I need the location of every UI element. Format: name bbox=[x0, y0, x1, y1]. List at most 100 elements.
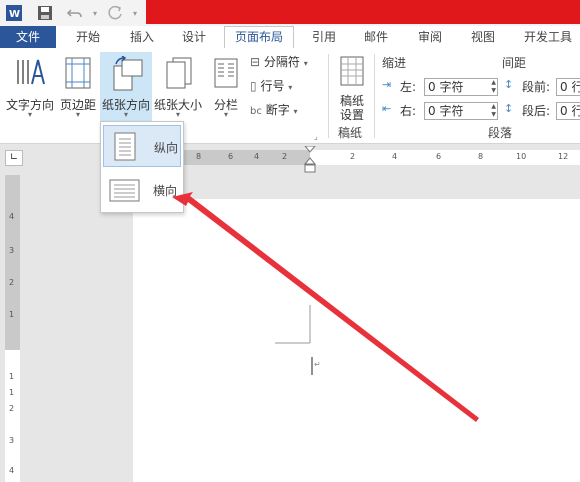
vruler-tick: 2 bbox=[9, 278, 15, 287]
tab-home[interactable]: 开始 bbox=[70, 26, 106, 48]
columns-icon bbox=[214, 58, 238, 88]
space-before-value: 0 行 bbox=[560, 80, 580, 94]
hyphenation-icon: bc bbox=[250, 106, 262, 117]
title-red-bar bbox=[146, 0, 580, 24]
margin-corner-mark: ↵ bbox=[275, 305, 321, 375]
hruler-tick: 6 bbox=[228, 152, 234, 161]
portrait-page-icon bbox=[114, 132, 136, 161]
svg-text:↵: ↵ bbox=[314, 360, 321, 369]
space-after-value: 0 行 bbox=[560, 104, 580, 118]
hruler-tick: 2 bbox=[282, 152, 288, 161]
tab-view[interactable]: 视图 bbox=[465, 26, 501, 48]
text-direction-button[interactable]: 文字方向 ▾ bbox=[4, 52, 56, 122]
breaks-button[interactable]: ⊟ 分隔符 ▾ bbox=[250, 52, 308, 72]
title-bar: W ▾ ▾ bbox=[0, 0, 580, 26]
space-after-icon: ↕ bbox=[504, 102, 514, 115]
vruler-tick: 3 bbox=[9, 436, 15, 445]
margins-icon bbox=[65, 57, 91, 89]
spin-arrows-icon[interactable]: ▲ ▼ bbox=[491, 79, 496, 95]
indent-left-value: 0 字符 bbox=[428, 80, 464, 94]
indent-right-input[interactable]: 0 字符 ▲ ▼ bbox=[424, 102, 498, 120]
tab-selector-icon[interactable]: ∟ bbox=[5, 150, 23, 166]
indent-left-input[interactable]: 0 字符 ▲ ▼ bbox=[424, 78, 498, 96]
landscape-option[interactable]: 横向 bbox=[103, 169, 181, 211]
group-separator bbox=[374, 54, 375, 138]
indent-right-label: 右: bbox=[400, 104, 417, 118]
tab-page-layout[interactable]: 页面布局 bbox=[224, 26, 294, 48]
redo-icon[interactable] bbox=[106, 4, 124, 22]
breaks-label: 分隔符 bbox=[263, 55, 300, 69]
vruler-tick: 1 bbox=[9, 310, 15, 319]
margins-button[interactable]: 页边距 ▾ bbox=[58, 52, 98, 122]
columns-button[interactable]: 分栏 ▾ bbox=[208, 52, 244, 122]
group-separator bbox=[328, 54, 329, 138]
indent-left-icon: ⇥ bbox=[382, 78, 392, 91]
save-icon[interactable] bbox=[36, 4, 54, 22]
line-numbers-icon: ▯ bbox=[250, 79, 257, 93]
customize-toolbar-icon[interactable]: ▾ bbox=[126, 4, 144, 22]
document-page[interactable] bbox=[133, 199, 580, 482]
ribbon: 文字方向 ▾ 页边距 ▾ 纸张方向 ▾ 纸张大小 ▾ 分栏 ▾ ⊟ 分隔符 ▾ … bbox=[0, 48, 580, 144]
vruler-tick: 3 bbox=[9, 246, 15, 255]
space-before-label: 段前: bbox=[522, 80, 551, 94]
tab-file[interactable]: 文件 bbox=[0, 26, 56, 48]
manuscript-group-label: 稿纸 bbox=[338, 126, 363, 140]
indent-left-label: 左: bbox=[400, 80, 417, 94]
tab-developer[interactable]: 开发工具 bbox=[518, 26, 578, 48]
tab-review[interactable]: 审阅 bbox=[412, 26, 448, 48]
hruler-tick: 8 bbox=[196, 152, 202, 161]
word-icon[interactable]: W bbox=[5, 4, 23, 22]
spacing-title: 间距 bbox=[502, 56, 527, 70]
portrait-option[interactable]: 纵向 bbox=[103, 125, 181, 167]
landscape-label: 横向 bbox=[153, 184, 178, 198]
orientation-button[interactable]: 纸张方向 ▾ bbox=[100, 52, 152, 122]
manuscript-icon bbox=[340, 56, 364, 86]
line-numbers-label: 行号 bbox=[260, 79, 285, 93]
space-after-input[interactable]: 0 行 bbox=[556, 102, 580, 120]
dialog-launcher-icon[interactable]: ⌟ bbox=[314, 132, 318, 141]
orientation-icon bbox=[113, 56, 143, 91]
orientation-menu: 纵向 横向 bbox=[100, 121, 184, 213]
hruler-tick: 10 bbox=[516, 152, 527, 161]
manuscript-button[interactable]: 稿纸 设置 bbox=[334, 52, 370, 122]
vruler-tick: 1 bbox=[9, 388, 15, 397]
space-before-icon: ↕ bbox=[504, 78, 514, 91]
vertical-ruler-margin bbox=[5, 175, 20, 350]
ribbon-tabs: 文件 开始 插入 设计 页面布局 引用 邮件 审阅 视图 开发工具 bbox=[0, 26, 580, 48]
manuscript-label-2: 设置 bbox=[339, 108, 364, 122]
tab-references[interactable]: 引用 bbox=[306, 26, 342, 48]
text-direction-icon bbox=[17, 59, 45, 85]
tab-mailings[interactable]: 邮件 bbox=[358, 26, 394, 48]
space-before-input[interactable]: 0 行 bbox=[556, 78, 580, 96]
breaks-icon: ⊟ bbox=[250, 55, 261, 69]
tab-insert[interactable]: 插入 bbox=[124, 26, 160, 48]
hruler-tick: 12 bbox=[558, 152, 569, 161]
chevron-down-icon: ▾ bbox=[288, 83, 293, 92]
vruler-tick: 1 bbox=[9, 372, 15, 381]
paragraph-group-label: 段落 bbox=[488, 126, 513, 140]
chevron-down-icon: ▾ bbox=[303, 59, 308, 68]
paper-size-icon bbox=[166, 57, 192, 89]
hruler-tick: 4 bbox=[392, 152, 398, 161]
hruler-tick: 4 bbox=[254, 152, 260, 161]
hruler-tick: 2 bbox=[350, 152, 356, 161]
vruler-tick: 2 bbox=[9, 404, 15, 413]
landscape-page-icon bbox=[109, 179, 140, 202]
hruler-tick: 6 bbox=[436, 152, 442, 161]
chevron-down-icon: ▾ bbox=[175, 110, 180, 119]
portrait-label: 纵向 bbox=[154, 141, 179, 155]
hyphenation-button[interactable]: bc 断字 ▾ bbox=[250, 100, 298, 120]
space-after-label: 段后: bbox=[522, 104, 551, 118]
line-numbers-button[interactable]: ▯ 行号 ▾ bbox=[250, 76, 292, 96]
chevron-down-icon: ▾ bbox=[75, 110, 80, 119]
svg-text:W: W bbox=[9, 9, 20, 20]
tab-design[interactable]: 设计 bbox=[176, 26, 212, 48]
undo-dropdown-icon[interactable]: ▾ bbox=[86, 4, 104, 22]
vruler-tick: 4 bbox=[9, 466, 15, 475]
indent-marker-icon[interactable] bbox=[303, 145, 317, 174]
chevron-down-icon: ▾ bbox=[27, 110, 32, 119]
hruler-tick: 8 bbox=[478, 152, 484, 161]
spin-arrows-icon[interactable]: ▲ ▼ bbox=[491, 103, 496, 119]
undo-icon[interactable] bbox=[66, 4, 84, 22]
size-button[interactable]: 纸张大小 ▾ bbox=[153, 52, 203, 122]
